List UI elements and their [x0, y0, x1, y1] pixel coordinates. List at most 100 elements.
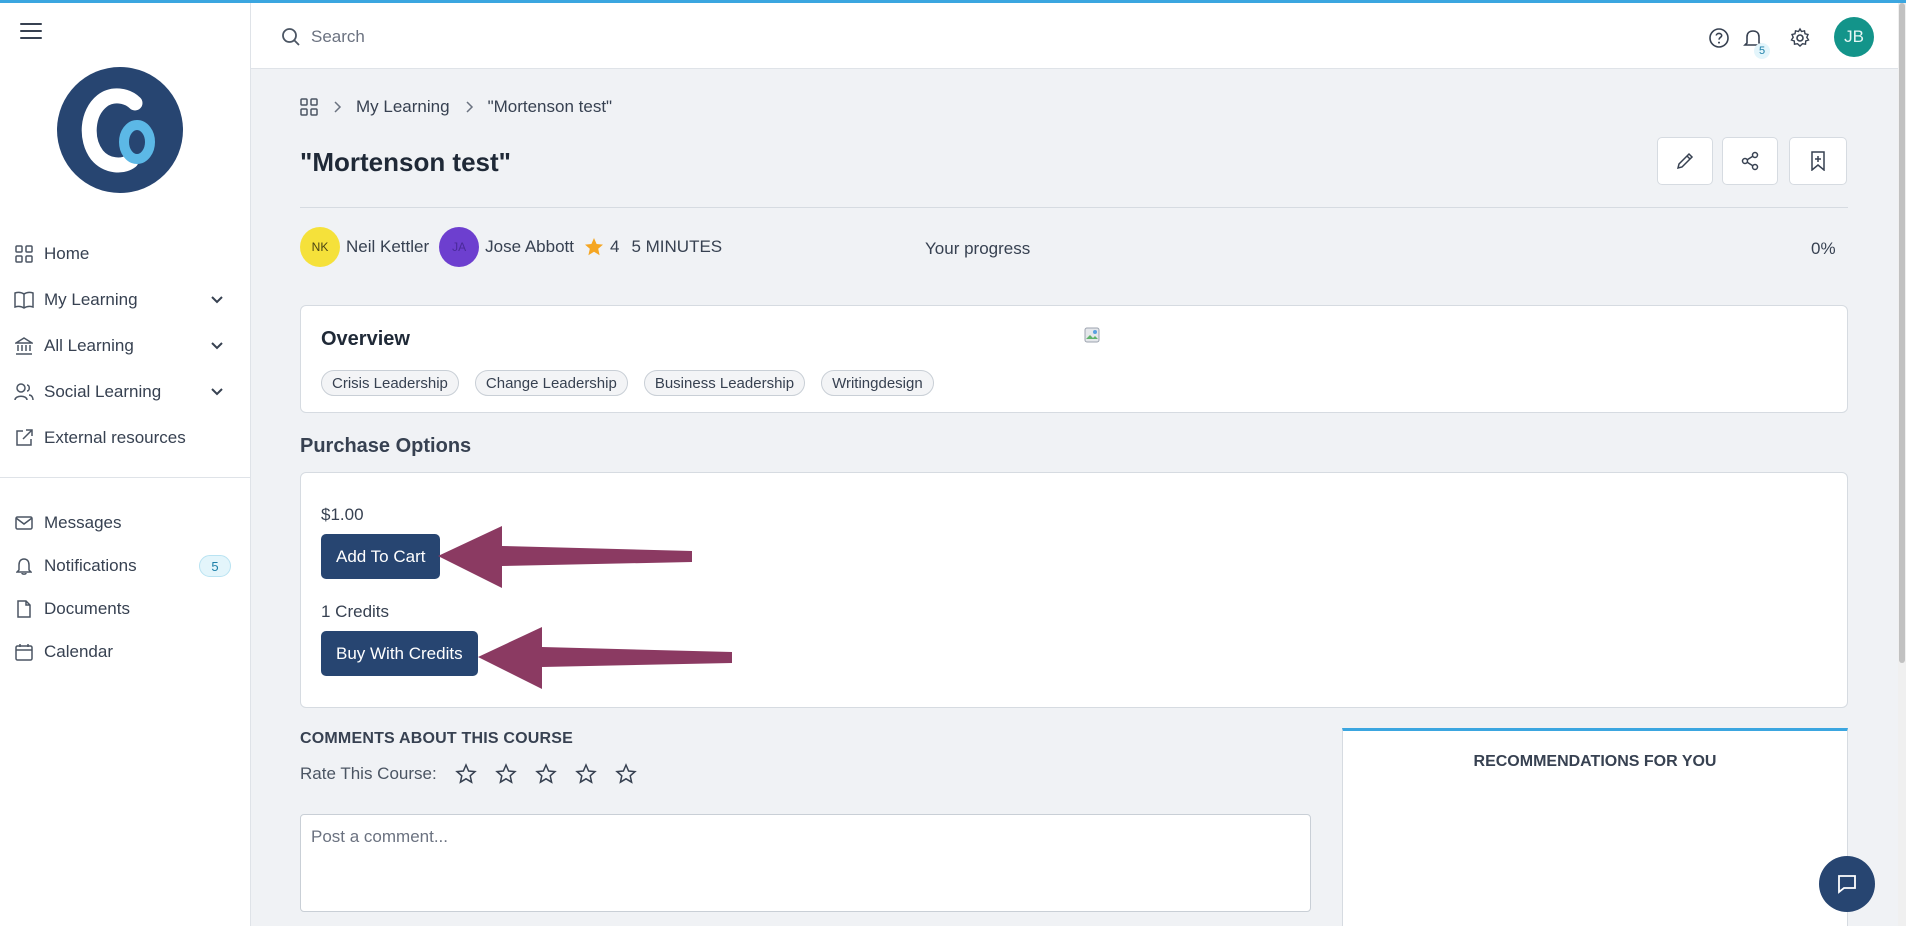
recommendations-card: RECOMMENDATIONS FOR YOU	[1342, 728, 1848, 926]
comment-input[interactable]	[300, 814, 1311, 912]
top-accent-line	[0, 0, 1906, 3]
notification-count-badge: 5	[199, 555, 231, 577]
sidebar-item-label: All Learning	[44, 336, 134, 355]
top-bar: 5 JB	[251, 3, 1906, 69]
sidebar-item-label: External resources	[44, 428, 186, 447]
recommendations-title: RECOMMENDATIONS FOR YOU	[1473, 753, 1717, 770]
institution-icon	[14, 336, 34, 356]
course-duration: 5 MINUTES	[631, 237, 723, 256]
tag-list: Crisis Leadership Change Leadership Busi…	[321, 370, 950, 396]
company-logo	[57, 67, 183, 193]
author-avatar[interactable]: NK	[300, 227, 340, 267]
bookmark-add-icon	[1811, 151, 1825, 171]
mail-icon	[14, 513, 34, 533]
author-name[interactable]: Jose Abbott	[485, 237, 574, 257]
chat-button[interactable]	[1819, 856, 1875, 912]
star-outline-icon[interactable]	[534, 763, 557, 785]
star-outline-icon[interactable]	[614, 763, 637, 785]
progress-value: 0%	[1811, 239, 1836, 258]
sidebar-item-label: Documents	[44, 598, 130, 618]
sidebar-item-external-resources[interactable]: External resources	[0, 415, 250, 461]
sidebar-item-all-learning[interactable]: All Learning	[0, 323, 250, 369]
author-avatar[interactable]: JA	[439, 227, 480, 267]
pencil-icon	[1676, 152, 1694, 170]
sidebar-item-label: Calendar	[44, 641, 113, 661]
sidebar-item-label: Messages	[44, 512, 122, 532]
sidebar-item-label: Notifications	[44, 555, 137, 575]
menu-icon[interactable]	[20, 23, 42, 39]
sidebar: Home My Learning All Learning Social Lea…	[0, 3, 251, 926]
star-outline-icon[interactable]	[494, 763, 517, 785]
sidebar-item-notifications[interactable]: Notifications 5	[0, 544, 250, 587]
sidebar-item-my-learning[interactable]: My Learning	[0, 277, 250, 323]
calendar-icon	[14, 642, 34, 662]
share-icon	[1741, 151, 1759, 171]
sidebar-item-documents[interactable]: Documents	[0, 587, 250, 630]
share-button[interactable]	[1722, 137, 1778, 185]
breadcrumb: My Learning "Mortenson test"	[300, 95, 612, 119]
progress-label: Your progress	[925, 239, 1031, 258]
tag-chip[interactable]: Business Leadership	[643, 370, 806, 396]
bookmark-button[interactable]	[1789, 137, 1847, 185]
secondary-nav: Messages Notifications 5 Documents Calen…	[0, 501, 250, 673]
overview-card: Overview Crisis Leadership Change Leader…	[300, 305, 1848, 413]
bell-icon	[14, 556, 34, 576]
course-price: $1.00	[321, 505, 364, 524]
chevron-right-icon	[466, 101, 473, 113]
annotation-arrow	[438, 526, 692, 588]
external-link-icon	[14, 428, 34, 448]
chat-icon	[1838, 875, 1856, 894]
sidebar-item-home[interactable]: Home	[0, 231, 250, 277]
book-icon	[14, 290, 34, 310]
gear-icon[interactable]	[1789, 27, 1811, 49]
star-filled-icon	[584, 238, 603, 256]
rate-course: Rate This Course:	[300, 763, 637, 785]
title-divider	[300, 207, 1848, 208]
credits-price: 1 Credits	[321, 602, 390, 621]
search-input[interactable]	[311, 21, 911, 53]
notification-badge: 5	[1754, 43, 1770, 59]
sidebar-item-social-learning[interactable]: Social Learning	[0, 369, 250, 415]
tag-chip[interactable]: Change Leadership	[474, 370, 628, 396]
chevron-down-icon[interactable]	[210, 292, 224, 306]
chevron-right-icon	[334, 101, 342, 113]
tag-chip[interactable]: Crisis Leadership	[321, 370, 459, 396]
sidebar-item-calendar[interactable]: Calendar	[0, 630, 250, 673]
overview-title: Overview	[321, 328, 410, 350]
users-icon	[14, 382, 34, 402]
star-outline-icon[interactable]	[454, 763, 477, 785]
course-rating: 4	[584, 237, 619, 257]
breadcrumb-current: "Mortenson test"	[487, 97, 613, 116]
help-icon[interactable]	[1708, 27, 1730, 49]
page-scrollbar[interactable]	[1898, 3, 1906, 926]
breadcrumb-my-learning[interactable]: My Learning	[356, 97, 450, 117]
page-title: "Mortenson test"	[300, 147, 511, 177]
sidebar-item-messages[interactable]: Messages	[0, 501, 250, 544]
chevron-down-icon[interactable]	[210, 338, 224, 352]
sidebar-item-label: Social Learning	[44, 382, 162, 401]
sidebar-item-label: Home	[44, 244, 90, 263]
scrollbar-thumb[interactable]	[1899, 3, 1905, 663]
star-outline-icon[interactable]	[574, 763, 597, 785]
tag-chip[interactable]: Writingdesign	[821, 370, 934, 396]
grid-icon[interactable]	[300, 98, 318, 116]
course-meta: NK Neil Kettler JA Jose Abbott 4 5 MINUT…	[300, 227, 722, 267]
main-content: My Learning "Mortenson test" "Mortenson …	[251, 69, 1906, 926]
edit-button[interactable]	[1657, 137, 1713, 185]
author-name[interactable]: Neil Kettler	[346, 237, 429, 257]
user-avatar[interactable]: JB	[1834, 17, 1874, 57]
main-nav: Home My Learning All Learning Social Lea…	[0, 231, 250, 461]
rating-value: 4	[609, 237, 620, 256]
comments-title: COMMENTS ABOUT THIS COURSE	[300, 730, 574, 747]
grid-icon	[14, 244, 34, 264]
add-to-cart-button[interactable]: Add To Cart	[321, 534, 441, 579]
rate-label: Rate This Course:	[300, 764, 437, 783]
annotation-arrow	[478, 627, 732, 689]
chevron-down-icon[interactable]	[210, 384, 224, 398]
purchase-options-card: $1.00 Add To Cart 1 Credits Buy With Cre…	[300, 472, 1848, 708]
document-icon	[14, 599, 34, 619]
buy-with-credits-button[interactable]: Buy With Credits	[321, 631, 478, 676]
search-icon	[282, 28, 300, 46]
broken-image-icon	[1084, 327, 1100, 343]
sidebar-item-label: My Learning	[44, 290, 138, 309]
